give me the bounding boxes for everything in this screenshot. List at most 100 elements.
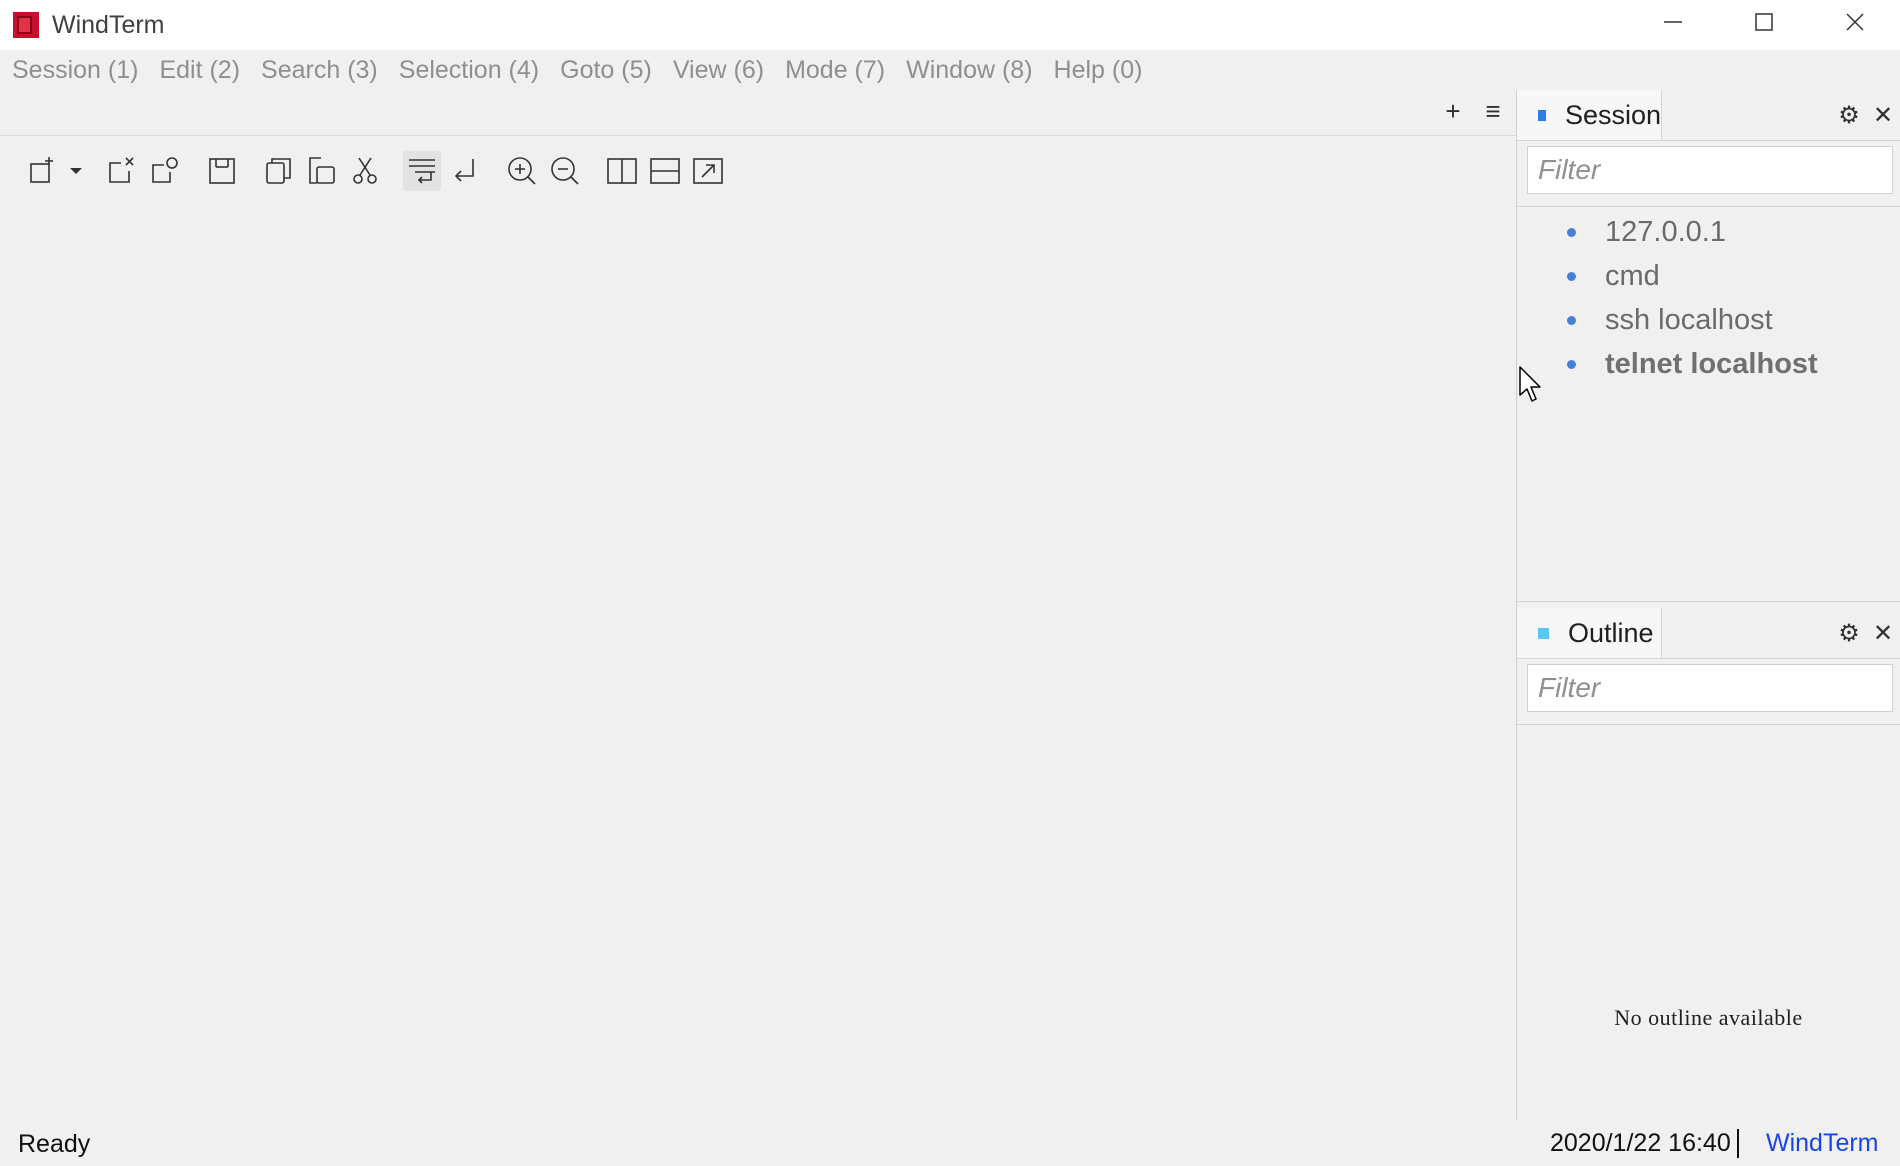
tab-session[interactable]: Session: [1517, 90, 1662, 140]
outline-panel-title: Outline: [1568, 617, 1654, 648]
session-item[interactable]: ssh localhost: [1517, 298, 1900, 342]
minimize-icon: [1663, 21, 1682, 23]
session-item-label: 127.0.0.1: [1605, 215, 1726, 248]
tab-actions: + ≡: [1440, 96, 1506, 127]
toolbar-separator: [489, 153, 503, 189]
new-session-button[interactable]: [24, 151, 62, 191]
split-horizontal-icon: [650, 158, 680, 184]
save-icon: [209, 158, 235, 184]
split-horizontal-button[interactable]: [646, 151, 684, 191]
window-title: WindTerm: [52, 10, 165, 39]
zoom-out-icon: [551, 157, 579, 185]
copy-icon: [266, 158, 291, 184]
menu-session[interactable]: Session (1): [12, 56, 138, 85]
popout-button[interactable]: [689, 151, 727, 191]
tab-outline[interactable]: Outline: [1517, 608, 1662, 658]
session-dot-icon: [1567, 271, 1576, 281]
session-list: 127.0.0.1 cmd ssh localhost telnet local…: [1517, 210, 1900, 386]
gear-icon[interactable]: ⚙: [1832, 619, 1866, 648]
outline-panel-actions: ⚙ ✕: [1832, 608, 1900, 658]
new-session-dropdown[interactable]: [67, 151, 85, 191]
right-dock: Session ⚙ ✕ 127.0.0.1 cmd ssh localhost: [1516, 90, 1900, 1120]
menu-search[interactable]: Search (3): [261, 56, 378, 85]
outline-empty-text: No outline available: [1614, 1005, 1803, 1030]
menu-mode[interactable]: Mode (7): [785, 56, 885, 85]
status-app-link[interactable]: WindTerm: [1766, 1129, 1879, 1158]
windterm-logo-icon: [13, 12, 39, 38]
outline-panel: Outline ⚙ ✕: [1517, 608, 1900, 1120]
status-datetime: 2020/1/22 16:40: [1550, 1129, 1739, 1158]
cut-button[interactable]: [346, 151, 384, 191]
outline-filter-input[interactable]: [1527, 664, 1893, 712]
maximize-icon: [1754, 13, 1773, 31]
zoom-in-icon: [508, 157, 536, 185]
split-vertical-icon: [607, 158, 637, 184]
menu-view[interactable]: View (6): [673, 56, 764, 85]
close-icon[interactable]: ✕: [1866, 101, 1900, 130]
reconnect-icon: [152, 157, 178, 183]
session-item-label: cmd: [1605, 259, 1660, 292]
status-text: Ready: [18, 1130, 91, 1158]
divider: [1517, 206, 1900, 207]
outline-panel-header: Outline ⚙ ✕: [1517, 608, 1900, 659]
session-dot-icon: [1567, 359, 1576, 369]
new-tab-button[interactable]: +: [1440, 96, 1466, 127]
session-marker-icon: [1538, 109, 1546, 121]
session-item[interactable]: 127.0.0.1: [1517, 210, 1900, 254]
maximize-button[interactable]: [1718, 0, 1809, 44]
gear-icon[interactable]: ⚙: [1832, 101, 1866, 130]
outline-marker-icon: [1538, 627, 1549, 639]
menu-selection[interactable]: Selection (4): [399, 56, 539, 85]
popout-icon: [693, 158, 723, 184]
word-wrap-icon: [409, 159, 435, 184]
session-panel-actions: ⚙ ✕: [1832, 90, 1900, 140]
reconnect-button[interactable]: [146, 151, 184, 191]
toolbar-separator: [589, 153, 603, 189]
paste-button[interactable]: [303, 151, 341, 191]
minimize-button[interactable]: [1627, 0, 1718, 44]
split-vertical-button[interactable]: [603, 151, 641, 191]
return-icon: [454, 159, 474, 182]
toolbar-separator: [189, 153, 203, 189]
paste-icon: [309, 157, 335, 184]
session-dot-icon: [1567, 315, 1576, 325]
toolbar: [24, 146, 732, 196]
word-wrap-button[interactable]: [403, 151, 441, 191]
tab-menu-button[interactable]: ≡: [1480, 96, 1506, 127]
dropdown-icon: [70, 168, 82, 174]
menu-goto[interactable]: Goto (5): [560, 56, 652, 85]
close-window-button[interactable]: [1809, 0, 1900, 44]
tab-bar-divider: [0, 135, 1516, 136]
divider: [1517, 724, 1900, 725]
status-bar: Ready 2020/1/22 16:40 WindTerm: [0, 1120, 1900, 1166]
toolbar-separator: [389, 153, 403, 189]
close-icon[interactable]: ✕: [1866, 619, 1900, 648]
session-dot-icon: [1567, 227, 1576, 237]
panel-splitter[interactable]: [1517, 601, 1900, 602]
session-item-label: ssh localhost: [1605, 303, 1773, 336]
session-item[interactable]: telnet localhost: [1517, 342, 1900, 386]
cut-icon: [353, 157, 377, 184]
close-session-button[interactable]: [103, 151, 141, 191]
session-panel-header: Session ⚙ ✕: [1517, 90, 1900, 141]
close-session-icon: [109, 157, 134, 183]
save-button[interactable]: [203, 151, 241, 191]
mouse-cursor-icon: [1519, 366, 1541, 402]
session-panel: Session ⚙ ✕ 127.0.0.1 cmd ssh localhost: [1517, 90, 1900, 600]
zoom-out-button[interactable]: [546, 151, 584, 191]
session-item[interactable]: cmd: [1517, 254, 1900, 298]
window-controls: [1627, 0, 1900, 50]
menu-window[interactable]: Window (8): [906, 56, 1032, 85]
toolbar-separator: [246, 153, 260, 189]
close-icon: [1845, 13, 1864, 31]
menu-bar: Session (1) Edit (2) Search (3) Selectio…: [0, 50, 1900, 90]
session-filter-input[interactable]: [1527, 146, 1893, 194]
session-panel-title: Session: [1564, 99, 1661, 130]
menu-edit[interactable]: Edit (2): [159, 56, 240, 85]
zoom-in-button[interactable]: [503, 151, 541, 191]
return-button[interactable]: [446, 151, 484, 191]
title-bar: WindTerm: [0, 0, 1900, 50]
menu-help[interactable]: Help (0): [1054, 56, 1143, 85]
copy-button[interactable]: [260, 151, 298, 191]
editor-area: + ≡: [0, 90, 1516, 1120]
